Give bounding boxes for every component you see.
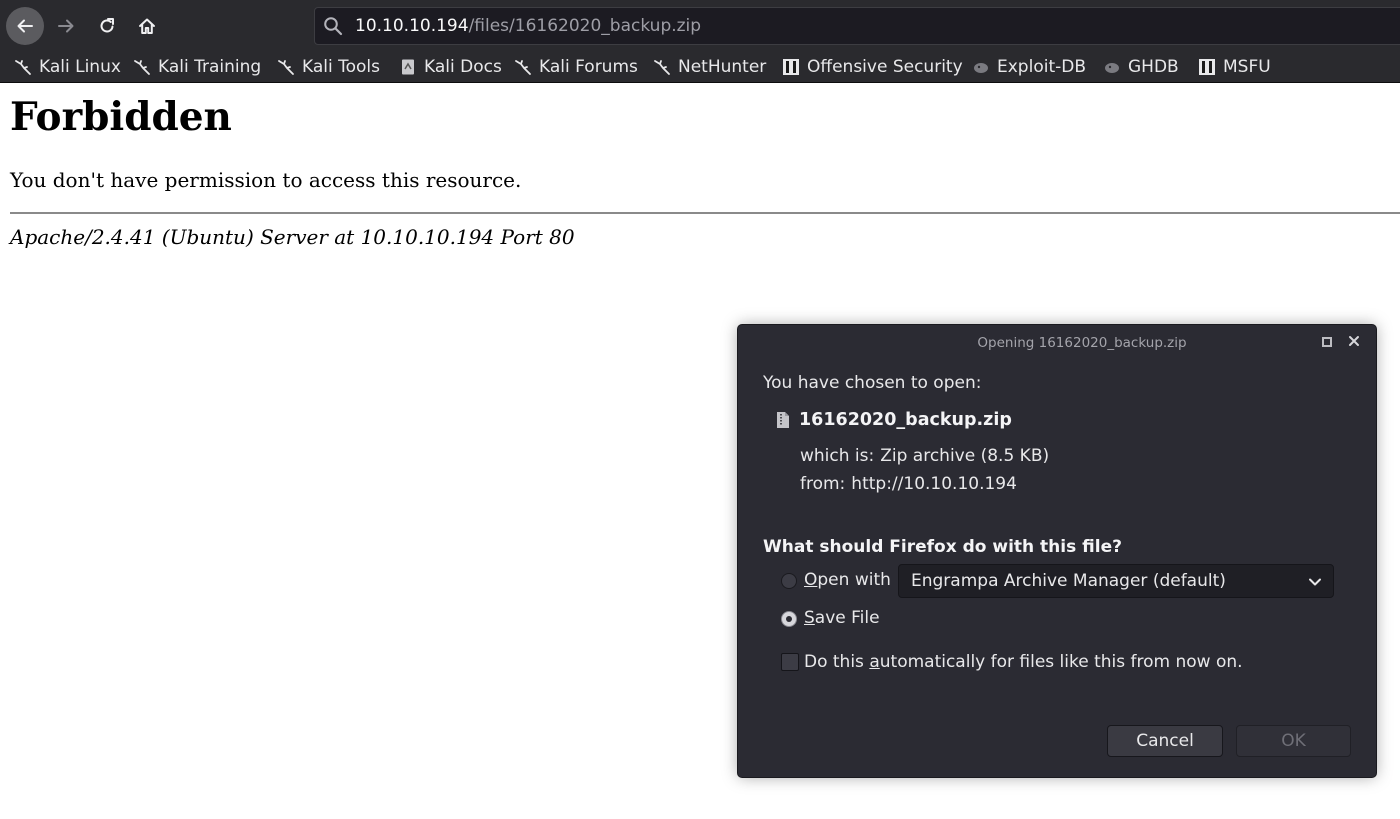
back-button[interactable] — [6, 7, 44, 45]
dialog-lead-text: You have chosen to open: — [763, 373, 982, 393]
file-type-label: which is: — [800, 446, 875, 466]
kali-dragon-icon — [277, 58, 295, 76]
file-source-label: from: — [800, 474, 846, 494]
bookmark-kali-training[interactable]: Kali Training — [133, 56, 261, 78]
bookmark-label: Kali Docs — [424, 57, 502, 77]
auto-action-mnemonic: a — [869, 652, 880, 672]
cancel-button[interactable]: Cancel — [1107, 725, 1223, 757]
file-source-row: from: http://10.10.10.194 — [800, 474, 1017, 494]
url-bar[interactable]: 10.10.10.194/files/16162020_backup.zip — [314, 7, 1400, 45]
url-text: 10.10.10.194/files/16162020_backup.zip — [355, 16, 701, 36]
bookmark-msfu[interactable]: MSFU — [1198, 56, 1271, 78]
bookmark-label: MSFU — [1223, 57, 1271, 77]
open-with-app-select[interactable]: Engrampa Archive Manager (default) — [898, 564, 1334, 598]
bookmark-label: Kali Linux — [39, 57, 121, 77]
browser-toolbar: 10.10.10.194/files/16162020_backup.zip — [0, 0, 1400, 52]
arrow-left-icon — [17, 19, 33, 33]
search-icon — [324, 17, 343, 36]
bookmark-label: NetHunter — [678, 57, 767, 77]
open-with-label[interactable]: Open with — [804, 570, 891, 590]
url-host: 10.10.10.194 — [355, 16, 469, 36]
save-file-mnemonic: S — [804, 608, 815, 628]
bookmarks-toolbar: Kali Linux Kali Training Kali Tools Kali… — [0, 52, 1400, 83]
zip-file-icon — [776, 411, 790, 429]
bookmark-offensive-security[interactable]: Offensive Security — [782, 56, 963, 78]
kali-dragon-icon — [514, 58, 532, 76]
open-with-radio[interactable] — [781, 573, 797, 589]
kali-dragon-icon — [14, 58, 32, 76]
kali-dragon-icon — [653, 58, 671, 76]
exploit-db-icon — [972, 58, 990, 76]
error-message: You don't have permission to access this… — [10, 168, 522, 192]
open-with-label-rest: pen with — [817, 570, 891, 590]
bookmark-label: Kali Forums — [539, 57, 638, 77]
save-file-radio[interactable] — [781, 611, 797, 627]
page-title: Forbidden — [10, 94, 232, 140]
bookmark-kali-docs[interactable]: Kali Docs — [399, 56, 502, 78]
bookmark-label: Kali Training — [158, 57, 262, 77]
bookmark-label: Kali Tools — [302, 57, 380, 77]
open-with-mnemonic: O — [804, 570, 818, 590]
bookmark-label: Offensive Security — [807, 57, 963, 77]
app-select-value: Engrampa Archive Manager (default) — [911, 571, 1226, 591]
bookmark-exploit-db[interactable]: Exploit-DB — [972, 56, 1086, 78]
chevron-down-icon — [1307, 574, 1323, 590]
save-file-label-rest: ave File — [814, 608, 880, 628]
server-signature: Apache/2.4.41 (Ubuntu) Server at 10.10.1… — [10, 225, 575, 249]
action-question: What should Firefox do with this file? — [763, 537, 1122, 557]
bookmark-ghdb[interactable]: GHDB — [1103, 56, 1179, 78]
bookmark-label: Exploit-DB — [997, 57, 1086, 77]
home-icon — [139, 18, 155, 34]
reload-button[interactable] — [88, 7, 126, 45]
maximize-icon[interactable] — [1322, 337, 1332, 347]
bookmark-kali-forums[interactable]: Kali Forums — [514, 56, 638, 78]
dialog-title: Opening 16162020_backup.zip — [977, 335, 1187, 351]
reload-icon — [100, 18, 114, 33]
bookmark-nethunter[interactable]: NetHunter — [653, 56, 766, 78]
save-file-label[interactable]: Save File — [804, 608, 880, 628]
forward-button[interactable] — [47, 7, 85, 45]
ghdb-icon — [1103, 58, 1121, 76]
bookmark-label: GHDB — [1128, 57, 1179, 77]
auto-action-text-after: utomatically for files like this from no… — [879, 652, 1243, 672]
home-button[interactable] — [128, 7, 166, 45]
auto-action-label[interactable]: Do this automatically for files like thi… — [804, 652, 1243, 672]
kali-dragon-icon — [133, 58, 151, 76]
auto-action-checkbox[interactable] — [781, 653, 799, 671]
horizontal-rule — [10, 212, 1400, 214]
file-type-row: which is: Zip archive (8.5 KB) — [800, 446, 1049, 466]
ok-button[interactable]: OK — [1236, 725, 1351, 757]
file-source-value: http://10.10.10.194 — [851, 474, 1017, 494]
file-type-value: Zip archive (8.5 KB) — [880, 446, 1050, 466]
bookmark-kali-tools[interactable]: Kali Tools — [277, 56, 380, 78]
kali-docs-icon — [399, 58, 417, 76]
auto-action-text-before: Do this — [804, 652, 870, 672]
arrow-right-icon — [58, 19, 74, 33]
offsec-icon — [782, 58, 800, 76]
close-icon[interactable] — [1346, 333, 1362, 349]
bookmark-kali-linux[interactable]: Kali Linux — [14, 56, 121, 78]
url-path: /files/16162020_backup.zip — [468, 16, 702, 36]
file-name: 16162020_backup.zip — [799, 410, 1012, 430]
download-dialog: Opening 16162020_backup.zip You have cho… — [738, 325, 1376, 777]
offsec-icon — [1198, 58, 1216, 76]
